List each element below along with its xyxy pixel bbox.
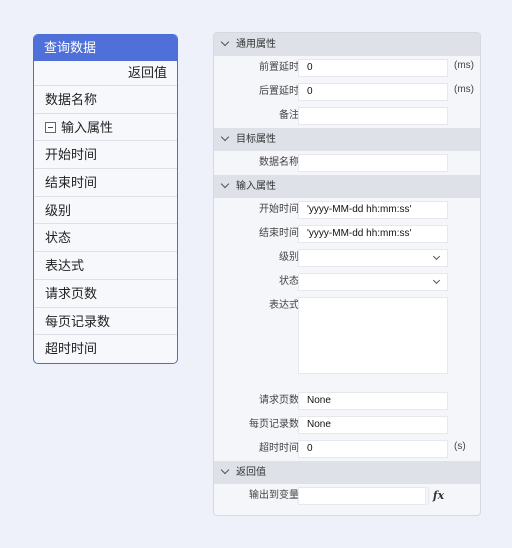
node-field-expression: 表达式: [34, 252, 177, 280]
pre-delay-unit: (ms): [454, 60, 474, 71]
pre-delay-label: 前置延时: [259, 62, 299, 73]
section-general[interactable]: 通用属性: [214, 33, 480, 56]
section-general-title: 通用属性: [236, 39, 276, 50]
pre-delay-input[interactable]: 0: [298, 59, 448, 77]
target-data-name-label: 数据名称: [259, 157, 299, 168]
row-start-time: 开始时间 'yyyy-MM-dd hh:mm:ss': [214, 198, 480, 222]
per-page-input[interactable]: None: [298, 416, 448, 434]
section-output[interactable]: 返回值: [214, 461, 480, 484]
post-delay-input[interactable]: 0: [298, 83, 448, 101]
status-select[interactable]: [298, 273, 448, 291]
node-field-page: 请求页数: [34, 280, 177, 308]
chevron-down-icon[interactable]: [220, 132, 230, 142]
post-delay-label: 后置延时: [259, 86, 299, 97]
collapse-icon[interactable]: [45, 121, 56, 133]
query-data-node[interactable]: 查询数据 返回值 数据名称 输入属性 开始时间 结束时间 级别 状态 表达式 请…: [33, 34, 178, 364]
row-remark: 备注: [214, 104, 480, 128]
per-page-label: 每页记录数: [249, 419, 299, 430]
row-per-page: 每页记录数 None: [214, 413, 480, 437]
end-time-input[interactable]: 'yyyy-MM-dd hh:mm:ss': [298, 225, 448, 243]
node-field-status: 状态: [34, 224, 177, 253]
chevron-down-icon: [432, 276, 441, 285]
properties-panel: 通用属性 前置延时 0 (ms) 后置延时 0 (ms) 备注 目标属性 数据名…: [213, 32, 481, 516]
level-label: 级别: [279, 252, 299, 263]
row-target-data-name: 数据名称: [214, 151, 480, 175]
node-field-start-time: 开始时间: [34, 141, 177, 170]
node-field-end-time: 结束时间: [34, 169, 177, 197]
expression-textarea[interactable]: [298, 297, 448, 374]
row-output-variable: 输出到变量 fx: [214, 484, 480, 508]
start-time-label: 开始时间: [259, 204, 299, 215]
node-input-group-label: 输入属性: [61, 119, 114, 135]
page-label: 请求页数: [259, 395, 299, 406]
output-variable-input[interactable]: [298, 487, 426, 505]
row-level: 级别: [214, 246, 480, 270]
node-data-name: 数据名称: [34, 86, 177, 114]
chevron-down-icon[interactable]: [220, 179, 230, 189]
section-output-title: 返回值: [236, 467, 266, 478]
row-end-time: 结束时间 'yyyy-MM-dd hh:mm:ss': [214, 222, 480, 246]
end-time-label: 结束时间: [259, 228, 299, 239]
timeout-unit: (s): [454, 441, 466, 452]
section-target[interactable]: 目标属性: [214, 128, 480, 151]
node-field-per-page: 每页记录数: [34, 308, 177, 336]
row-timeout: 超时时间 0 (s): [214, 437, 480, 461]
remark-input[interactable]: [298, 107, 448, 125]
page-input[interactable]: None: [298, 392, 448, 410]
row-page: 请求页数 None: [214, 389, 480, 413]
section-target-title: 目标属性: [236, 134, 276, 145]
start-time-input[interactable]: 'yyyy-MM-dd hh:mm:ss': [298, 201, 448, 219]
node-input-group[interactable]: 输入属性: [34, 114, 177, 142]
node-field-level: 级别: [34, 197, 177, 225]
node-title[interactable]: 查询数据: [34, 35, 177, 61]
node-field-timeout: 超时时间: [45, 341, 98, 357]
row-expression: 表达式: [214, 294, 480, 389]
function-icon[interactable]: fx: [428, 487, 448, 505]
row-status: 状态: [214, 270, 480, 294]
chevron-down-icon[interactable]: [220, 465, 230, 475]
node-return-value: 返回值: [34, 61, 177, 86]
expression-label: 表达式: [269, 300, 299, 311]
timeout-label: 超时时间: [259, 443, 299, 454]
row-post-delay: 后置延时 0 (ms): [214, 80, 480, 104]
chevron-down-icon: [432, 252, 441, 261]
chevron-down-icon[interactable]: [220, 37, 230, 47]
section-input-title: 输入属性: [236, 181, 276, 192]
status-label: 状态: [279, 276, 299, 287]
timeout-input[interactable]: 0: [298, 440, 448, 458]
output-variable-label: 输出到变量: [249, 490, 299, 501]
level-select[interactable]: [298, 249, 448, 267]
target-data-name-input[interactable]: [298, 154, 448, 172]
remark-label: 备注: [279, 110, 299, 121]
section-input[interactable]: 输入属性: [214, 175, 480, 198]
row-pre-delay: 前置延时 0 (ms): [214, 56, 480, 80]
post-delay-unit: (ms): [454, 84, 474, 95]
